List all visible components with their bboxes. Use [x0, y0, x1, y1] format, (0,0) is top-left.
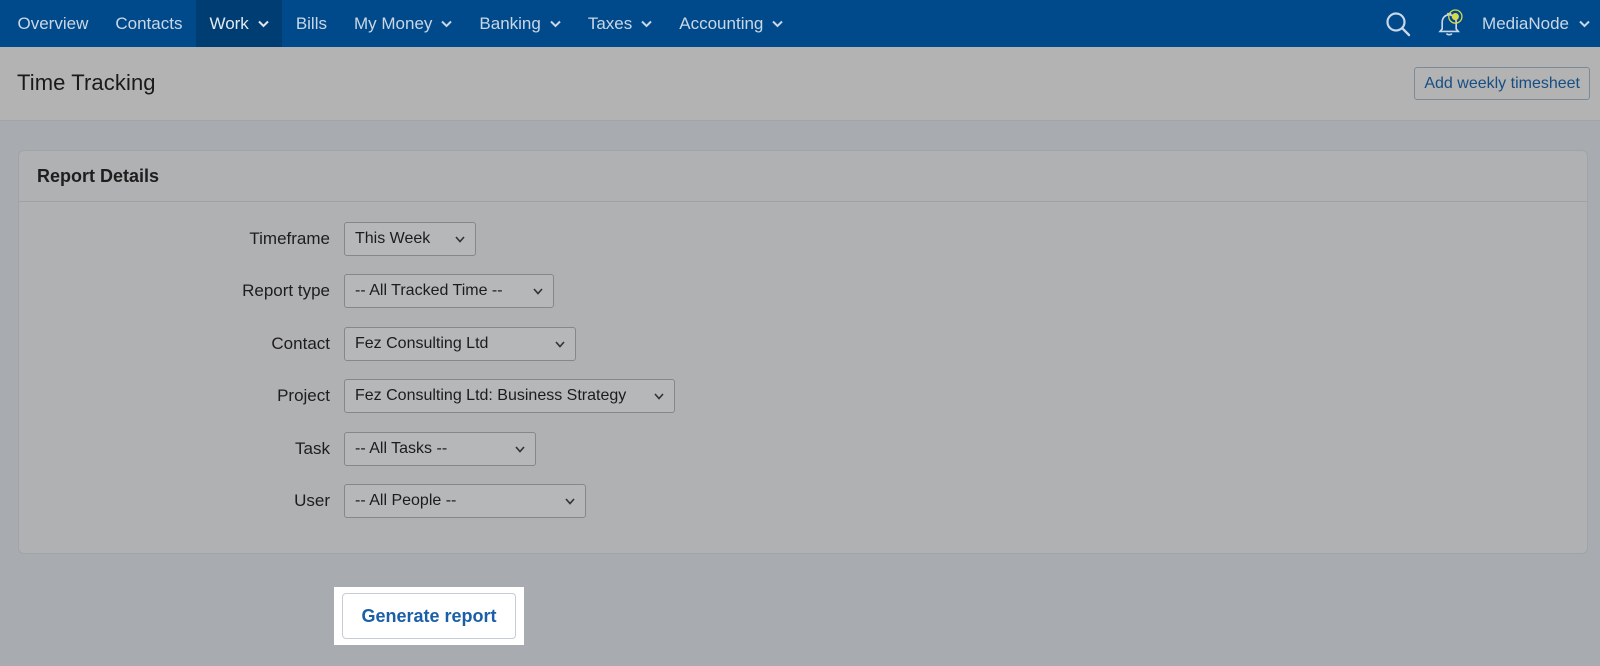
chevron-down-icon — [550, 20, 561, 27]
chevron-down-icon — [565, 498, 575, 505]
account-name: MediaNode — [1482, 13, 1569, 33]
nav-item-label: Banking — [479, 13, 541, 33]
chevron-down-icon — [441, 20, 453, 27]
select-value: Fez Consulting Ltd — [355, 335, 489, 352]
timeframe-label: Timeframe — [249, 229, 330, 248]
select-value: -- All Tracked Time -- — [355, 282, 503, 299]
chevron-down-icon — [515, 446, 525, 453]
chevron-down-icon — [641, 20, 652, 27]
nav-item-label: Accounting — [679, 13, 764, 33]
nav-item-label: Bills — [295, 13, 327, 33]
nav-item-my-money[interactable]: My Money — [340, 0, 465, 47]
nav-utilities: MediaNode — [1384, 0, 1600, 47]
contact-select[interactable]: Fez Consulting Ltd — [344, 327, 576, 361]
add-weekly-timesheet-button[interactable]: Add weekly timesheet — [1414, 67, 1590, 100]
chevron-down-icon — [1579, 20, 1590, 27]
report-details-card: Report Details Timeframe This Week Repor… — [18, 150, 1588, 554]
chevron-down-icon — [533, 288, 543, 295]
select-value: This Week — [355, 230, 431, 247]
report-type-select[interactable]: -- All Tracked Time -- — [344, 274, 554, 308]
contact-label: Contact — [271, 334, 330, 353]
timeframe-row: Timeframe This Week — [19, 222, 476, 256]
nav-item-label: Overview — [17, 13, 89, 33]
search-icon — [1386, 11, 1411, 36]
report-type-label: Report type — [242, 281, 330, 300]
select-value: Fez Consulting Ltd: Business Strategy — [355, 387, 627, 404]
nav-menu: Overview Contacts Work Bills My Money Ba… — [0, 0, 797, 47]
nav-item-label: Contacts — [115, 13, 183, 33]
account-menu[interactable]: MediaNode — [1482, 14, 1600, 34]
bell-icon — [1438, 8, 1463, 36]
chevron-down-icon — [455, 236, 465, 243]
generate-report-button[interactable]: Generate report — [342, 593, 516, 639]
nav-item-label: My Money — [353, 13, 433, 33]
nav-item-label: Taxes — [587, 13, 633, 33]
project-label: Project — [277, 386, 330, 405]
nav-item-work[interactable]: Work — [195, 0, 283, 47]
task-label: Task — [295, 439, 330, 458]
nav-item-taxes[interactable]: Taxes — [574, 0, 665, 47]
user-row: User -- All People -- — [19, 484, 586, 518]
chevron-down-icon — [258, 20, 269, 27]
nav-item-overview[interactable]: Overview — [4, 0, 102, 47]
user-label: User — [294, 491, 330, 510]
select-value: -- All People -- — [355, 492, 457, 509]
nav-item-bills[interactable]: Bills — [282, 0, 340, 47]
project-row: Project Fez Consulting Ltd: Business Str… — [19, 379, 675, 413]
page-title: Time Tracking — [17, 70, 156, 95]
card-title: Report Details — [37, 165, 160, 186]
report-type-row: Report type -- All Tracked Time -- — [19, 274, 554, 308]
page-header: Time Tracking Add weekly timesheet — [0, 47, 1600, 121]
user-select[interactable]: -- All People -- — [344, 484, 586, 518]
nav-item-banking[interactable]: Banking — [466, 0, 574, 47]
project-select[interactable]: Fez Consulting Ltd: Business Strategy — [344, 379, 675, 413]
nav-item-label: Work — [209, 13, 249, 33]
notifications-button[interactable] — [1436, 8, 1464, 38]
nav-item-accounting[interactable]: Accounting — [666, 0, 797, 47]
task-row: Task -- All Tasks -- — [19, 432, 536, 466]
card-header: Report Details — [19, 151, 1587, 202]
task-select[interactable]: -- All Tasks -- — [344, 432, 536, 466]
top-navigation: Overview Contacts Work Bills My Money Ba… — [0, 0, 1600, 47]
nav-item-contacts[interactable]: Contacts — [102, 0, 196, 47]
contact-row: Contact Fez Consulting Ltd — [19, 327, 576, 361]
chevron-down-icon — [555, 341, 565, 348]
search-button[interactable] — [1384, 10, 1412, 38]
chevron-down-icon — [654, 393, 664, 400]
chevron-down-icon — [772, 20, 784, 27]
select-value: -- All Tasks -- — [355, 440, 448, 457]
timeframe-select[interactable]: This Week — [344, 222, 476, 256]
